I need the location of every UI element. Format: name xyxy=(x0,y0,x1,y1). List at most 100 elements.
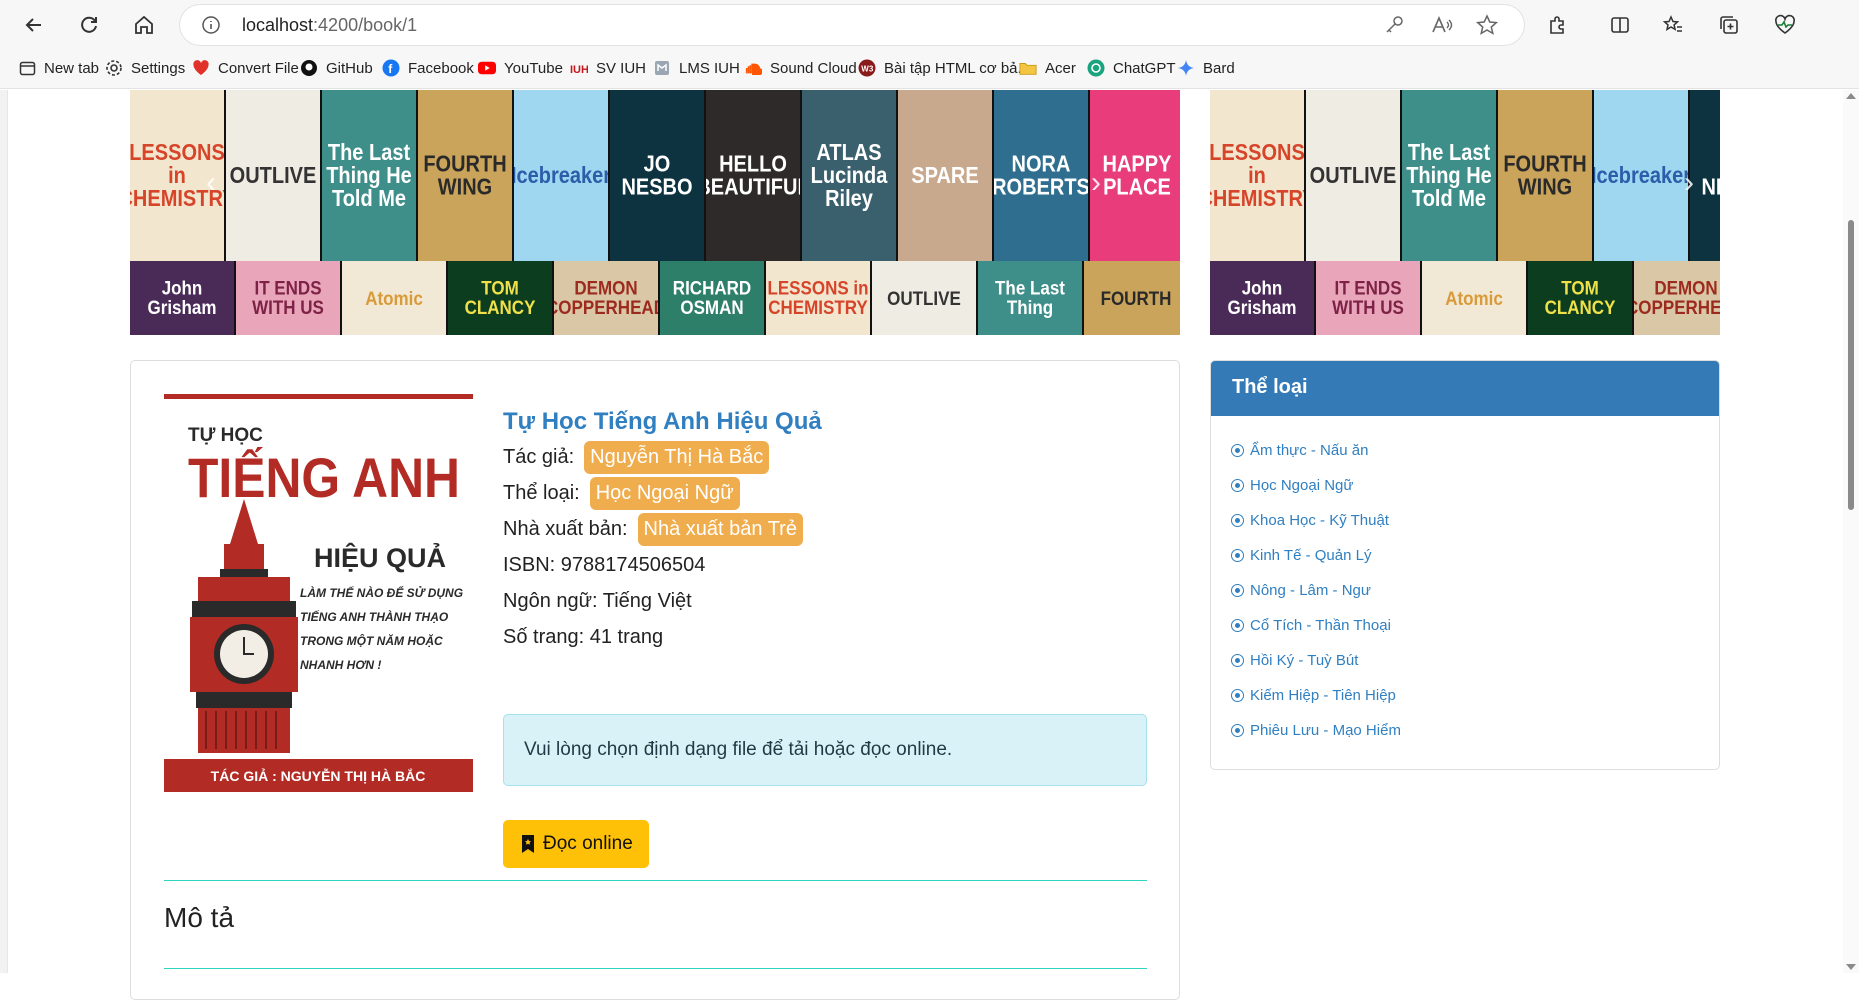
category-item-label: Khoa Học - Kỹ Thuật xyxy=(1250,512,1389,529)
read-aloud-icon[interactable] xyxy=(1430,14,1454,36)
youtube-icon xyxy=(478,59,496,77)
bookmark-github[interactable]: GitHub xyxy=(300,59,373,77)
bookmark-label: GitHub xyxy=(326,59,373,77)
category-item[interactable]: Ẩm thực - Nấu ăn xyxy=(1231,433,1719,468)
home-icon xyxy=(135,15,153,34)
banner-cover-title: IT ENDS WITH US xyxy=(252,277,324,319)
bookmark-new-tab[interactable]: New tab xyxy=(18,59,99,77)
heartbeat-icon xyxy=(1775,14,1795,34)
category-item-label: Nông - Lâm - Ngư xyxy=(1250,582,1371,599)
banner-cover-title: Icebreaker xyxy=(1594,162,1690,189)
page-count-text: Số trang: 41 trang xyxy=(503,626,664,648)
banner-book-cover: DEMON COPPERHEAD xyxy=(554,261,660,335)
extensions-button[interactable] xyxy=(1541,8,1575,42)
puzzle-icon xyxy=(1550,16,1564,34)
publisher-tag[interactable]: Nhà xuất bản Trẻ xyxy=(637,513,803,546)
browser-essentials-button[interactable] xyxy=(1768,8,1802,42)
collections-button[interactable] xyxy=(1712,8,1746,42)
svg-text:W3: W3 xyxy=(861,65,874,74)
category-item[interactable]: Kinh Tế - Quản Lý xyxy=(1231,538,1719,573)
svg-text:IUH: IUH xyxy=(570,64,588,76)
banner-cover-title: JO NESBO xyxy=(621,151,693,200)
bookmark-acer[interactable]: Acer xyxy=(1019,59,1076,77)
scroll-down-icon[interactable] xyxy=(1846,964,1856,970)
bookmark-bard[interactable]: Bard xyxy=(1177,59,1235,77)
carousel-prev-icon[interactable]: ‹ xyxy=(200,168,222,198)
favorites-button[interactable] xyxy=(1656,8,1690,42)
banner-book-cover: RICHARD OSMAN xyxy=(660,261,766,335)
cover-line3: HIỆU QUẢ xyxy=(314,541,446,573)
cover-author: TÁC GIẢ : NGUYỄN THỊ HÀ BẮC xyxy=(211,767,426,784)
back-button[interactable] xyxy=(17,8,51,42)
refresh-button[interactable] xyxy=(72,8,106,42)
chatgpt-icon xyxy=(1087,59,1105,77)
category-item[interactable]: Học Ngoại Ngữ xyxy=(1231,468,1719,503)
bookmark-label: Bard xyxy=(1203,59,1235,77)
banner-book-cover: FOURTH xyxy=(1084,261,1180,335)
author-tag[interactable]: Nguyễn Thị Hà Bắc xyxy=(584,441,770,474)
banner-book-cover: Icebreaker xyxy=(514,90,610,261)
bookmark-youtube[interactable]: YouTube xyxy=(478,59,563,77)
category-item-label: Kiếm Hiệp - Tiên Hiệp xyxy=(1250,687,1396,704)
bookmark-bai-tap-html[interactable]: W3 Bài tập HTML cơ bả... xyxy=(858,59,1030,77)
banner-book-cover: NORA ROBERTS xyxy=(994,90,1090,261)
banner-cover-title: John Grisham xyxy=(1227,277,1297,319)
banner-book-cover: John Grisham xyxy=(1210,261,1316,335)
author-line: Tác giả: Nguyễn Thị Hà Bắc xyxy=(503,441,770,474)
page-scrollbar[interactable] xyxy=(1843,90,1859,973)
info-icon[interactable] xyxy=(202,16,220,34)
bookmark-lms-iuh[interactable]: LMS IUH xyxy=(653,59,740,77)
split-screen-button[interactable] xyxy=(1603,8,1637,42)
gear-icon xyxy=(105,59,123,77)
banner-book-cover: OUTLIVE xyxy=(226,90,322,261)
category-item[interactable]: Kiếm Hiệp - Tiên Hiệp xyxy=(1231,678,1719,713)
banner-book-cover: JO NESBO xyxy=(610,90,706,261)
scroll-up-icon[interactable] xyxy=(1846,93,1856,99)
bookmark-facebook[interactable]: f Facebook xyxy=(382,59,474,77)
bookmark-sv-iuh[interactable]: IUH SV IUH xyxy=(570,59,646,77)
publisher-line: Nhà xuất bản: Nhà xuất bản Trẻ xyxy=(503,513,803,546)
back-arrow-icon xyxy=(25,18,41,32)
language-text: Ngôn ngữ: Tiếng Việt xyxy=(503,590,692,612)
radio-dot-icon xyxy=(1231,584,1244,597)
url-host: localhost xyxy=(242,15,314,35)
banner-book-cover: The Last Thing xyxy=(978,261,1084,335)
banner-book-cover: LESSONS in CHEMISTRY xyxy=(766,261,872,335)
address-bar[interactable]: localhost:4200/book/1 xyxy=(180,5,1524,45)
category-item[interactable]: Cổ Tích - Thần Thoại xyxy=(1231,608,1719,643)
home-button[interactable] xyxy=(127,8,161,42)
category-item[interactable]: Hồi Ký - Tuỳ Bút xyxy=(1231,643,1719,678)
category-item-label: Ẩm thực - Nấu ăn xyxy=(1250,442,1369,459)
bookmark-chatgpt[interactable]: ChatGPT xyxy=(1087,59,1176,77)
favorite-star-icon[interactable] xyxy=(1476,14,1498,36)
category-item[interactable]: Nông - Lâm - Ngư xyxy=(1231,573,1719,608)
bookmark-convert-file[interactable]: Convert File xyxy=(192,59,299,77)
banner-cover-title: FOURTH xyxy=(1100,287,1172,309)
bookmark-settings[interactable]: Settings xyxy=(105,59,185,77)
bookmark-label: Facebook xyxy=(408,59,474,77)
sparkle-icon xyxy=(1177,59,1195,77)
banner-cover-title: IT ENDS WITH US xyxy=(1332,277,1404,319)
side-banner-next-icon[interactable]: › xyxy=(1678,168,1700,198)
bookmark-label: Bài tập HTML cơ bả... xyxy=(884,59,1031,77)
cover-blurb: LÀM THẾ NÀO ĐỂ SỬ DỤNG TIẾNG ANH THÀNH T… xyxy=(300,586,464,672)
banner-carousel[interactable]: LESSONS in CHEMISTRY OUTLIVE The Last Thin… xyxy=(130,90,1180,335)
lms-icon xyxy=(653,59,671,77)
carousel-next-icon[interactable]: › xyxy=(1085,168,1107,198)
banner-cover-title: Atomic xyxy=(1445,287,1503,309)
category-tag[interactable]: Học Ngoại Ngữ xyxy=(589,477,740,510)
category-item-label: Hồi Ký - Tuỳ Bút xyxy=(1250,652,1359,669)
scroll-thumb[interactable] xyxy=(1848,220,1854,510)
bookmark-label: Acer xyxy=(1045,59,1076,77)
url-text[interactable]: localhost:4200/book/1 xyxy=(242,15,417,36)
category-item[interactable]: Phiêu Lưu - Mạo Hiểm xyxy=(1231,713,1719,748)
banner-cover-title: LESSONS in CHEMISTRY xyxy=(767,277,869,319)
bookmark-sound-cloud[interactable]: Sound Cloud xyxy=(744,59,857,77)
author-label: Tác giả: xyxy=(503,446,575,468)
page-content: LESSONS in CHEMISTRY OUTLIVE The Last Thin… xyxy=(0,90,1843,1000)
key-icon[interactable] xyxy=(1383,14,1405,36)
banner-cover-title: The Last Thing He Told Me xyxy=(1406,139,1492,212)
read-online-button[interactable]: Đọc online xyxy=(503,820,649,868)
category-item[interactable]: Khoa Học - Kỹ Thuật xyxy=(1231,503,1719,538)
banner-cover-title: LESSONS in CHEMISTRY xyxy=(1210,139,1305,212)
